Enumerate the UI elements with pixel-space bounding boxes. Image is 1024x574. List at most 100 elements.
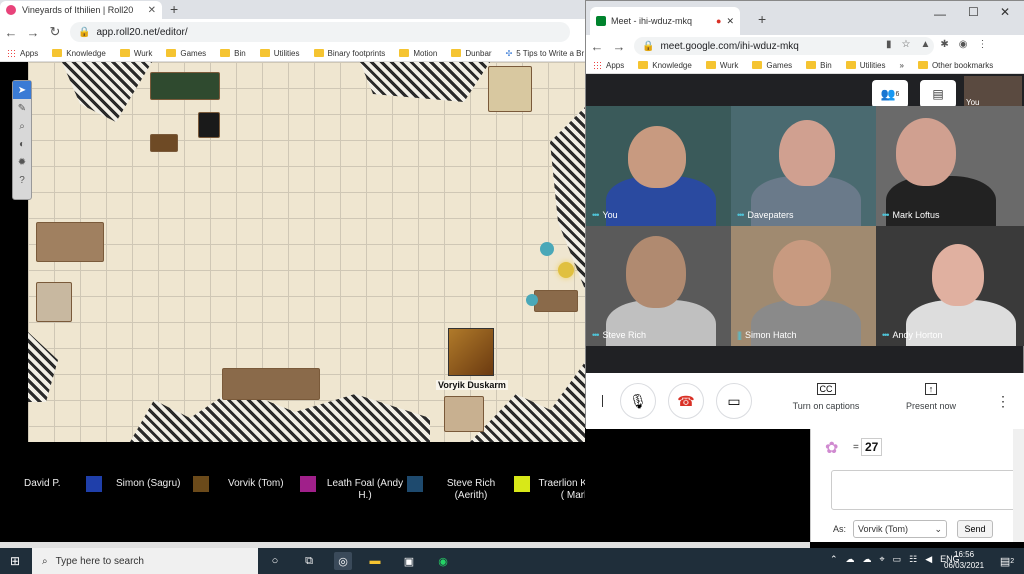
player-name[interactable]: David P. [24,478,61,490]
creature-token[interactable] [444,396,484,432]
file-explorer-icon[interactable]: ▬ [366,552,384,570]
captions-button[interactable]: CC Turn on captions [784,383,868,411]
tab-roll20[interactable]: Vineyards of Ithilien | Roll20 ✕ [0,1,162,19]
bookmark-binary-footprints[interactable]: Binary footprints [307,49,393,58]
new-tab-button[interactable]: + [758,11,766,27]
circle-marker[interactable] [540,242,554,256]
notifications-icon[interactable]: ▤ 2 [998,552,1016,570]
draw-tool-icon[interactable]: ✎ [13,99,31,117]
bookmark-dunbar[interactable]: Dunbar [444,49,498,58]
present-button[interactable]: ↑ Present now [890,383,972,411]
speaking-as-select[interactable]: Vorvik (Tom) ⌄ [853,520,947,538]
profile-avatar-icon[interactable]: ◉ [959,39,968,50]
archer-token[interactable] [36,282,72,322]
shelf-token[interactable] [534,290,578,312]
star-icon[interactable]: ☆ [902,39,911,50]
measure-tool-icon[interactable]: ◐ [13,135,31,153]
chest-token[interactable] [198,112,220,138]
bookmark-utilities[interactable]: Utilities [839,61,893,70]
video-tile-andy-horton[interactable]: ••• Andy Horton [876,226,1024,346]
puzzle-icon[interactable]: ✱ [940,39,948,50]
table-token[interactable] [222,368,320,400]
cloud-icon[interactable]: ☁ [846,554,855,565]
bookmark-apps[interactable]: Apps [0,48,45,58]
forward-button[interactable]: → [22,25,44,40]
send-button[interactable]: Send [957,520,993,538]
folder-icon [638,61,649,69]
bookmark-motion[interactable]: Motion [392,49,444,58]
select-tool-icon[interactable]: ➤ [13,81,31,99]
bookmarks-overflow[interactable]: » [893,61,911,70]
volume-icon[interactable]: ◀ [925,554,932,565]
taskbar-search[interactable]: ⌕ Type here to search [32,548,258,574]
folder-icon [259,49,270,57]
bookmark-utilities[interactable]: Utilities [253,49,307,58]
bookmark-games[interactable]: Games [159,49,213,58]
video-tile-you[interactable]: ••• You [586,106,731,226]
battery-icon[interactable]: ▭ [893,554,902,565]
bed-token[interactable] [150,72,220,100]
back-button[interactable]: ← [0,25,22,40]
new-tab-button[interactable]: + [170,1,178,17]
bookmark-5-tips[interactable]: ✣ 5 Tips to Write a Br [499,49,592,58]
chat-scrollbar[interactable] [1013,428,1024,542]
barrel-token[interactable] [150,134,178,152]
bookmark-wurk[interactable]: Wurk [699,61,746,70]
bookmark-bin[interactable]: Bin [213,49,253,58]
store-icon[interactable]: ▣ [400,552,418,570]
hero-token[interactable] [488,66,532,112]
maximize-button[interactable]: ☐ [968,5,979,19]
video-tile-steve-rich[interactable]: ••• Steve Rich [586,226,731,346]
camera-permission-icon[interactable]: ▮ [886,39,892,50]
close-window-button[interactable]: ✕ [1000,5,1010,19]
bookmark-knowledge[interactable]: Knowledge [631,61,699,70]
minimize-button[interactable]: — [934,7,946,21]
circle-marker[interactable] [526,294,538,306]
bookmark-knowledge[interactable]: Knowledge [45,49,113,58]
player-name[interactable]: Leath Foal (Andy H.) [322,478,408,502]
task-view-icon[interactable]: ⧉ [300,552,318,570]
participants-button[interactable]: 👥 6 [872,80,908,108]
chrome-icon[interactable]: ◎ [334,552,352,570]
player-name[interactable]: Vorvik (Tom) [228,478,284,490]
tab-meet[interactable]: Meet - ihi-wduz-mkq ● ✕ [590,7,740,35]
video-tile-mark-loftus[interactable]: ••• Mark Loftus [876,106,1024,226]
camera-button[interactable]: ▭ [716,383,752,419]
zoom-tool-icon[interactable]: ⌕ [13,117,31,135]
bookmark-apps[interactable]: Apps [586,60,631,70]
taskbar-clock[interactable]: 16:56 06/03/2021 [944,549,984,571]
drive-icon[interactable]: ▲ [920,39,930,50]
mic-button[interactable]: 🎙 [620,383,656,419]
crates-token[interactable] [36,222,104,262]
bookmark-games[interactable]: Games [745,61,799,70]
network-icon[interactable]: ☷ [909,554,917,565]
onedrive-icon[interactable]: ☁ [863,554,872,565]
more-options-icon[interactable]: ⋮ [996,393,1010,410]
forward-button[interactable]: → [608,39,630,54]
lantern-token[interactable] [558,262,574,278]
video-tile-simon-hatch[interactable]: ||| Simon Hatch [731,226,876,346]
close-tab-icon[interactable]: ✕ [148,5,156,16]
windows-start-icon[interactable]: ⊞ [6,552,24,570]
cortana-icon[interactable]: ○ [266,552,284,570]
chevron-up-icon[interactable]: ⌃ [830,554,838,565]
player-name[interactable]: Simon (Sagru) [116,478,180,490]
video-tile-davepaters[interactable]: ••• Davepaters [731,106,876,226]
voryik-token[interactable] [448,328,494,376]
reload-button[interactable]: ↻ [44,24,66,40]
back-button[interactable]: ← [586,39,608,54]
location-icon[interactable]: ⌖ [880,554,885,565]
help-tool-icon[interactable]: ? [13,171,31,189]
whatsapp-icon[interactable]: ◉ [434,552,452,570]
bookmark-bin[interactable]: Bin [799,61,839,70]
hang-up-button[interactable]: ☎ [668,383,704,419]
player-name[interactable]: Steve Rich (Aerith) [442,478,500,502]
bookmark-wurk[interactable]: Wurk [113,49,160,58]
other-bookmarks[interactable]: Other bookmarks [911,61,1000,70]
close-tab-icon[interactable]: ✕ [726,16,734,27]
menu-dots-icon[interactable]: ⋮ [978,39,988,50]
address-bar[interactable]: 🔒 app.roll20.net/editor/ [70,22,570,42]
chat-input[interactable] [831,470,1017,510]
dice-tool-icon[interactable]: ✹ [13,153,31,171]
chat-button[interactable]: ▤ [920,80,956,108]
